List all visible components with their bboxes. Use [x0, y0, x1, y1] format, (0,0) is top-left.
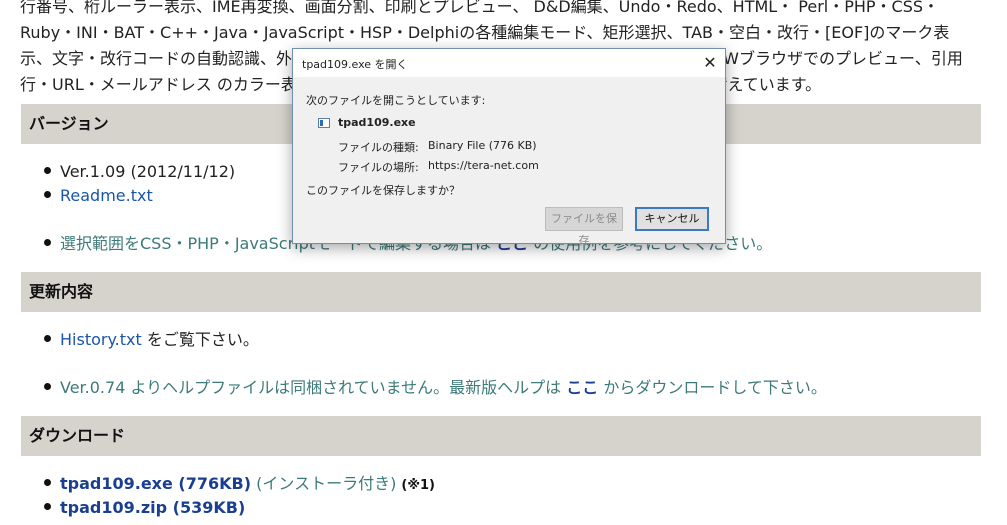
version-text: Ver.1.09 (2012/11/12) — [60, 162, 236, 181]
help-text-end: からダウンロードして下さい。 — [603, 378, 827, 397]
save-file-button[interactable]: ファイルを保存 — [545, 207, 623, 247]
save-question: このファイルを保存しますか？ — [306, 184, 460, 197]
dialog-body: 次のファイルを開こうとしています: tpad109.exe ファイルの種類: B… — [293, 77, 725, 247]
bullet-icon — [44, 503, 51, 510]
intro-line: Ruby・INI・BAT・C++・Java・JavaScript・HSP・Del… — [20, 23, 950, 42]
history-text: をご覧下さい。 — [146, 330, 259, 349]
help-text: Ver.0.74 よりヘルプファイルは同梱されていません。最新版ヘルプは — [60, 378, 562, 397]
web-page: 行番号、桁ルーラー表示、IME再変換、画面分割、印刷とプレビュー、 D&D編集、… — [0, 0, 1007, 525]
download-dialog: tpad109.exe を開く ✕ 次のファイルを開こうとしています: tpad… — [292, 48, 726, 247]
file-location-label: ファイルの場所: — [338, 161, 419, 174]
bullet-icon — [44, 239, 51, 246]
dialog-filename: tpad109.exe — [338, 116, 416, 129]
zip-download-link[interactable]: tpad109.zip (539KB) — [60, 498, 245, 517]
exe-note: (インストーラ付き) — [256, 474, 397, 493]
dialog-titlebar[interactable]: tpad109.exe を開く ✕ — [293, 49, 725, 77]
exe-download-link[interactable]: tpad109.exe (776KB) — [60, 474, 251, 493]
section-heading-changes: 更新内容 — [21, 272, 981, 312]
bullet-icon — [44, 167, 51, 174]
cancel-button[interactable]: キャンセル — [635, 207, 709, 231]
bullet-icon — [44, 191, 51, 198]
intro-line: 行番号、桁ルーラー表示、IME再変換、画面分割、印刷とプレビュー、 D&D編集、… — [20, 0, 940, 16]
list-item-zip: tpad109.zip (539KB) — [44, 496, 245, 520]
file-icon — [318, 118, 330, 128]
close-icon[interactable]: ✕ — [695, 49, 725, 77]
bullet-icon — [44, 479, 51, 486]
file-type-value: Binary File (776 KB) — [428, 139, 537, 152]
bullet-icon — [44, 383, 51, 390]
section-heading-download: ダウンロード — [21, 416, 981, 456]
list-item-history: History.txt をご覧下さい。 — [44, 328, 259, 352]
exe-mark: (※1) — [401, 478, 435, 493]
dialog-prompt: 次のファイルを開こうとしています: — [306, 94, 486, 107]
list-item-exe: tpad109.exe (776KB) (インストーラ付き) (※1) — [44, 472, 435, 498]
history-link[interactable]: History.txt — [60, 330, 142, 349]
file-location-value: https://tera-net.com — [428, 159, 539, 172]
dialog-title: tpad109.exe を開く — [302, 58, 408, 71]
list-item-version: Ver.1.09 (2012/11/12) — [44, 160, 235, 184]
bullet-icon — [44, 335, 51, 342]
file-type-label: ファイルの種類: — [338, 141, 419, 154]
readme-link[interactable]: Readme.txt — [60, 186, 153, 205]
list-item-help: Ver.0.74 よりヘルプファイルは同梱されていません。最新版ヘルプは ここ … — [44, 376, 827, 400]
help-link[interactable]: ここ — [566, 378, 598, 397]
list-item-readme: Readme.txt — [44, 184, 153, 208]
